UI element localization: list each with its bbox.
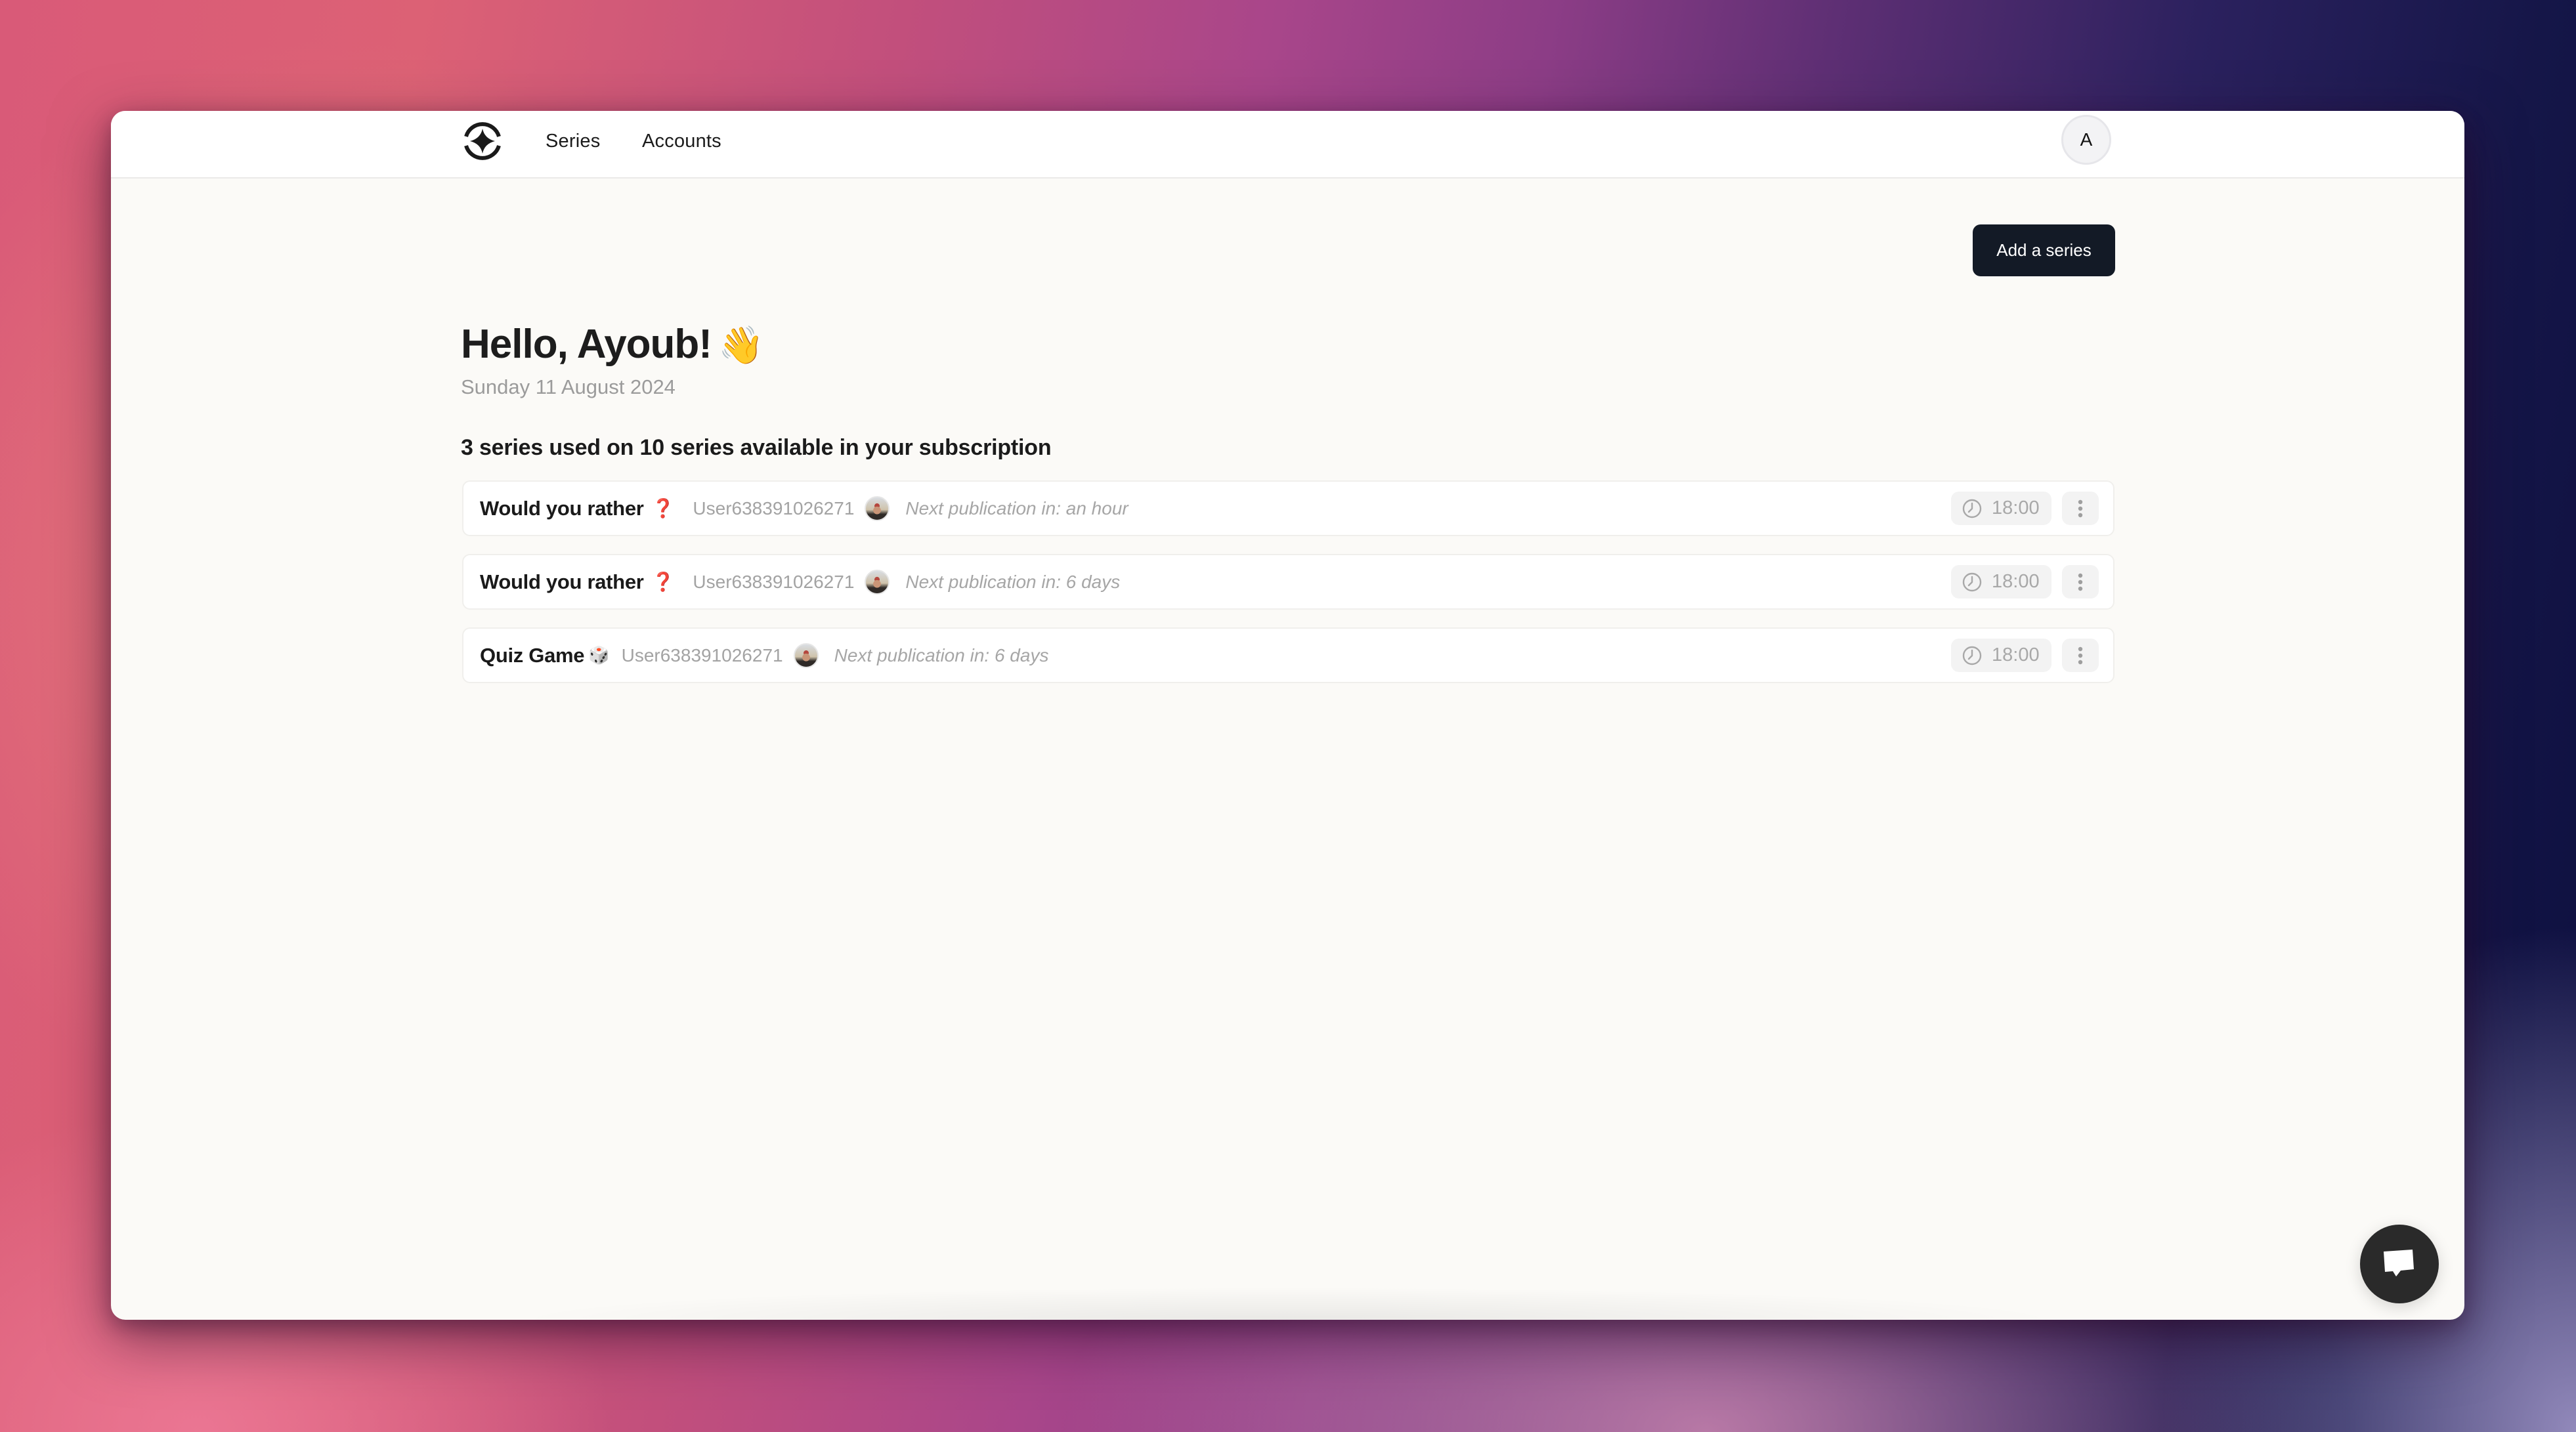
add-series-button[interactable]: Add a series bbox=[1973, 224, 2115, 276]
clock-icon bbox=[1962, 499, 1982, 518]
row-actions: 18:00 bbox=[1951, 639, 2099, 672]
more-vertical-icon bbox=[2078, 646, 2083, 664]
row-actions: 18:00 bbox=[1951, 565, 2099, 599]
series-options-button[interactable] bbox=[2062, 492, 2099, 525]
series-row[interactable]: Would you rather ❓ User638391026271 Next… bbox=[462, 480, 2114, 536]
series-name: Would you rather bbox=[480, 496, 644, 520]
series-name: Quiz Game bbox=[480, 643, 585, 667]
next-publication-text: Next publication in: 6 days bbox=[834, 644, 1049, 665]
series-account-name: User638391026271 bbox=[693, 497, 855, 518]
main-content: Hello, Ayoub! 👋 Sunday 11 August 2024 Add… bbox=[461, 111, 2115, 1320]
series-options-button[interactable] bbox=[2062, 639, 2099, 672]
dice-emoji-icon: 🎲 bbox=[588, 645, 610, 665]
publication-time-badge: 18:00 bbox=[1951, 639, 2051, 672]
account-avatar bbox=[865, 569, 890, 595]
greeting-text: Hello, Ayoub! bbox=[461, 322, 712, 367]
next-publication-text: Next publication in: an hour bbox=[905, 497, 1128, 518]
series-name: Would you rather bbox=[480, 570, 644, 593]
page-title: Hello, Ayoub! 👋 bbox=[461, 318, 764, 372]
question-mark-emoji-icon: ❓ bbox=[651, 497, 675, 519]
publication-time-badge: 18:00 bbox=[1951, 492, 2051, 525]
current-date: Sunday 11 August 2024 bbox=[461, 375, 676, 398]
account-avatar bbox=[793, 642, 819, 668]
chat-support-button[interactable] bbox=[2360, 1225, 2439, 1303]
app-window: Series Accounts A Hello, Ayoub! 👋 Sunday … bbox=[111, 111, 2464, 1320]
publication-time: 18:00 bbox=[1992, 571, 2040, 592]
account-avatar bbox=[865, 495, 890, 521]
series-options-button[interactable] bbox=[2062, 565, 2099, 599]
series-account-name: User638391026271 bbox=[621, 644, 783, 665]
publication-time: 18:00 bbox=[1992, 497, 2040, 518]
series-row[interactable]: Quiz Game 🎲 User638391026271 Next public… bbox=[462, 627, 2114, 683]
more-vertical-icon bbox=[2078, 499, 2083, 517]
series-list: Would you rather ❓ User638391026271 Next… bbox=[462, 480, 2114, 701]
clock-icon bbox=[1962, 646, 1982, 665]
clock-icon bbox=[1962, 572, 1982, 591]
next-publication-text: Next publication in: 6 days bbox=[905, 571, 1121, 592]
series-row[interactable]: Would you rather ❓ User638391026271 Next… bbox=[462, 554, 2114, 610]
publication-time: 18:00 bbox=[1992, 644, 2040, 665]
series-account-name: User638391026271 bbox=[693, 571, 855, 592]
publication-time-badge: 18:00 bbox=[1951, 565, 2051, 599]
waving-hand-emoji-icon: 👋 bbox=[718, 324, 764, 367]
more-vertical-icon bbox=[2078, 573, 2083, 591]
question-mark-emoji-icon: ❓ bbox=[651, 571, 675, 593]
row-actions: 18:00 bbox=[1951, 492, 2099, 525]
subscription-usage-text: 3 series used on 10 series available in … bbox=[461, 435, 1052, 460]
chat-bubble-icon bbox=[2384, 1250, 2414, 1276]
